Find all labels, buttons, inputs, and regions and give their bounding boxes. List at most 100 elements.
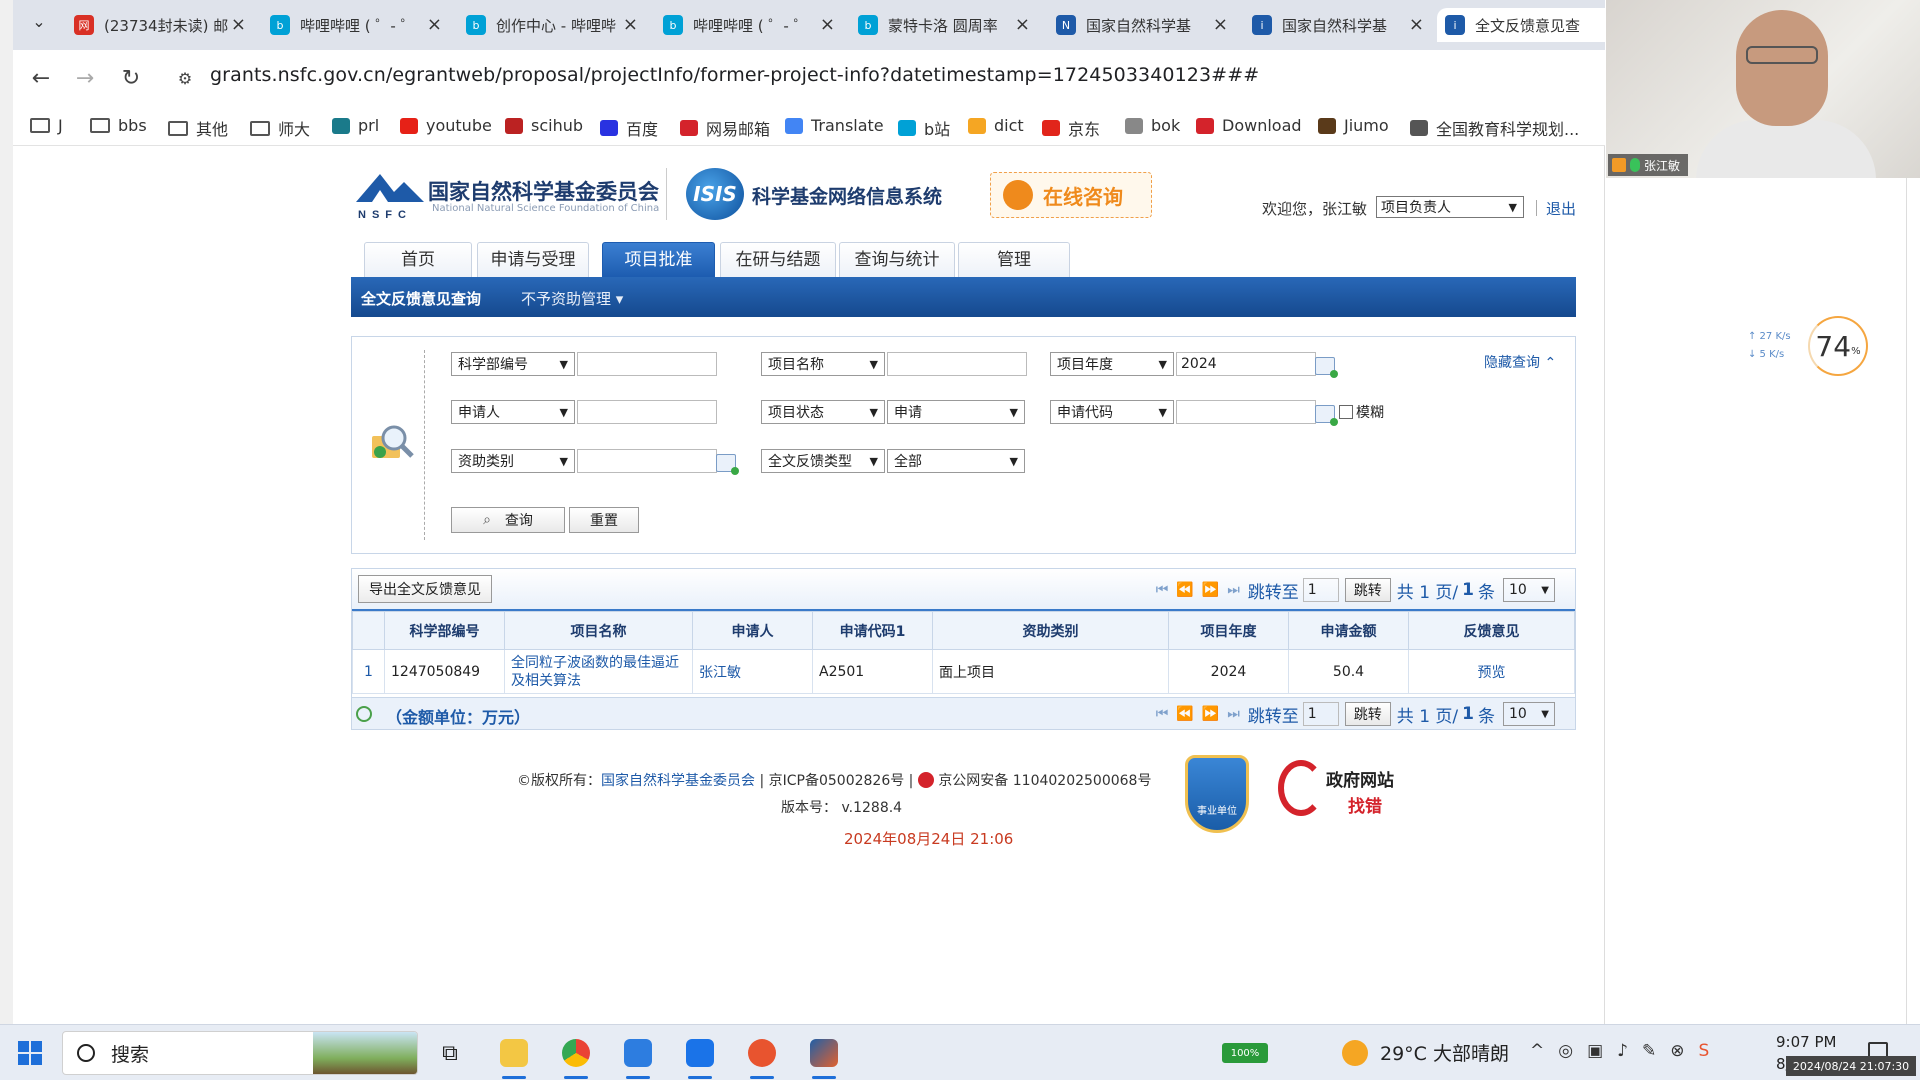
tab-home[interactable]: 首页: [364, 242, 472, 277]
bookmark-item[interactable]: bok: [1125, 116, 1180, 135]
field-select-applicant[interactable]: 申请人 ▼: [451, 400, 575, 424]
close-icon[interactable]: ×: [820, 14, 835, 35]
public-institution-badge[interactable]: 事业单位: [1185, 755, 1249, 833]
network-icon[interactable]: ▣: [1587, 1041, 1603, 1061]
close-circle-icon[interactable]: ⊗: [1670, 1041, 1684, 1061]
browser-tab[interactable]: i 国家自然科学基 ×: [1244, 8, 1434, 42]
bookmark-item[interactable]: 网易邮箱: [680, 116, 770, 140]
close-icon[interactable]: ×: [623, 14, 638, 35]
close-icon[interactable]: ×: [1409, 14, 1424, 35]
reset-button[interactable]: 重置: [569, 507, 639, 533]
next-page-icon[interactable]: ⏩: [1202, 582, 1219, 598]
export-feedback-button[interactable]: 导出全文反馈意见: [358, 575, 492, 603]
bookmark-item[interactable]: Download: [1196, 116, 1302, 135]
refresh-icon[interactable]: [356, 706, 372, 722]
first-page-icon[interactable]: ⏮: [1156, 706, 1169, 722]
browser-tab[interactable]: b 创作中心 - 哔哩哔 ×: [458, 8, 648, 42]
taskbar-search[interactable]: 搜索: [62, 1031, 418, 1075]
bookmark-item[interactable]: 百度: [600, 116, 658, 140]
close-icon[interactable]: ×: [1015, 14, 1030, 35]
jump-button[interactable]: 跳转: [1344, 578, 1391, 602]
bookmark-item[interactable]: prl: [332, 116, 379, 135]
sync-icon[interactable]: ◎: [1558, 1041, 1573, 1061]
pen-icon[interactable]: ✎: [1642, 1041, 1656, 1061]
code-picker-icon[interactable]: [1315, 405, 1338, 426]
reload-icon[interactable]: ↻: [116, 64, 146, 94]
browser-tab[interactable]: i 全文反馈意见查: [1437, 8, 1627, 42]
close-icon[interactable]: ×: [427, 14, 442, 35]
row-project-name-link[interactable]: 全同粒子波函数的最佳逼近及相关算法: [504, 649, 693, 694]
browser-tab[interactable]: b 蒙特卡洛 圆周率 ×: [850, 8, 1040, 42]
gov-site-error-report[interactable]: 政府网站 找错: [1278, 760, 1403, 820]
preview-link[interactable]: 预览: [1408, 649, 1575, 694]
feedback-type-select[interactable]: 全部 ▼: [887, 449, 1025, 473]
project-year-input[interactable]: 2024: [1176, 352, 1316, 376]
tab-project-approval[interactable]: 项目批准: [602, 242, 715, 277]
task-view-icon[interactable]: ⧉: [430, 1033, 470, 1073]
field-select-feedback-type[interactable]: 全文反馈类型 ▼: [761, 449, 885, 473]
dept-code-input[interactable]: [577, 352, 717, 376]
memory-gauge[interactable]: 74%: [1808, 316, 1868, 376]
calendar-icon[interactable]: [1315, 357, 1338, 378]
prev-page-icon[interactable]: ⏪: [1176, 706, 1193, 722]
field-select-project-year[interactable]: 项目年度 ▼: [1050, 352, 1174, 376]
first-page-icon[interactable]: ⏮: [1156, 582, 1169, 598]
site-info-icon[interactable]: ⚙: [170, 64, 200, 94]
bookmark-item[interactable]: 京东: [1042, 116, 1100, 140]
online-consult-button[interactable]: 在线咨询: [990, 172, 1152, 218]
close-icon[interactable]: ×: [231, 14, 246, 35]
applicant-input[interactable]: [577, 400, 717, 424]
chevron-up-icon[interactable]: ^: [1530, 1041, 1544, 1061]
ime-icon[interactable]: S: [1699, 1041, 1710, 1061]
bookmark-item[interactable]: bbs: [90, 116, 147, 135]
bookmark-item[interactable]: 其他: [168, 116, 228, 140]
browser-tab[interactable]: b 哔哩哔哩 ( ゜- ゜ ×: [655, 8, 845, 42]
row-applicant-link[interactable]: 张江敏: [692, 649, 813, 694]
bookmark-item[interactable]: 师大: [250, 116, 310, 140]
field-select-funding-type[interactable]: 资助类别 ▼: [451, 449, 575, 473]
bookmark-item[interactable]: J: [30, 116, 63, 135]
copyright-org-link[interactable]: 国家自然科学基金委员会: [601, 773, 755, 789]
file-explorer-icon[interactable]: [494, 1033, 534, 1079]
browser-tab[interactable]: 网 (23734封未读) 邮 ×: [66, 8, 256, 42]
jump-button[interactable]: 跳转: [1344, 702, 1391, 726]
last-page-icon[interactable]: ⏭: [1227, 706, 1240, 722]
tab-in-research[interactable]: 在研与结题: [720, 242, 836, 277]
volume-icon[interactable]: ♪: [1617, 1041, 1628, 1061]
field-select-project-name[interactable]: 项目名称 ▼: [761, 352, 885, 376]
apply-code-input[interactable]: [1176, 400, 1316, 424]
windows-start-icon[interactable]: [18, 1041, 42, 1065]
bookmark-item[interactable]: 全国教育科学规划...: [1410, 116, 1579, 140]
project-name-input[interactable]: [887, 352, 1027, 376]
prev-page-icon[interactable]: ⏪: [1176, 582, 1193, 598]
whiteboard-icon[interactable]: [680, 1033, 720, 1079]
subnav-feedback-query[interactable]: 全文反馈意见查询: [361, 288, 481, 309]
project-status-select[interactable]: 申请 ▼: [887, 400, 1025, 424]
query-button[interactable]: ⌕ 查询: [451, 507, 565, 533]
page-size-select[interactable]: 10 ▼: [1503, 702, 1555, 726]
close-icon[interactable]: ×: [1213, 14, 1228, 35]
field-select-project-status[interactable]: 项目状态 ▼: [761, 400, 885, 424]
next-page-icon[interactable]: ⏩: [1202, 706, 1219, 722]
funding-type-input[interactable]: [577, 449, 717, 473]
back-icon[interactable]: ←: [26, 64, 56, 94]
forward-icon[interactable]: →: [70, 64, 100, 94]
bookmark-item[interactable]: youtube: [400, 116, 492, 135]
funding-picker-icon[interactable]: [716, 454, 739, 475]
logout-link[interactable]: 退出: [1546, 198, 1576, 219]
bookmark-item[interactable]: Jiumo: [1318, 116, 1389, 135]
police-record[interactable]: 京公网安备 11040202500068号: [938, 773, 1151, 789]
url-field[interactable]: grants.nsfc.gov.cn/egrantweb/proposal/pr…: [210, 64, 1259, 86]
hide-query-link[interactable]: 隐藏查询 ⌃: [1484, 352, 1556, 372]
weather-widget[interactable]: 29°C 大部晴朗: [1342, 1039, 1509, 1066]
bookmark-item[interactable]: dict: [968, 116, 1024, 135]
subnav-no-funding-manage[interactable]: 不予资助管理 ▾: [521, 288, 623, 309]
tab-apply-accept[interactable]: 申请与受理: [477, 242, 589, 277]
matlab-icon[interactable]: [804, 1033, 844, 1079]
page-input[interactable]: 1: [1302, 578, 1339, 602]
photos-icon[interactable]: [618, 1033, 658, 1079]
field-select-dept-code[interactable]: 科学部编号 ▼: [451, 352, 575, 376]
wps-icon[interactable]: [742, 1033, 782, 1079]
battery-indicator[interactable]: 100%: [1222, 1043, 1268, 1063]
page-size-select[interactable]: 10 ▼: [1503, 578, 1555, 602]
